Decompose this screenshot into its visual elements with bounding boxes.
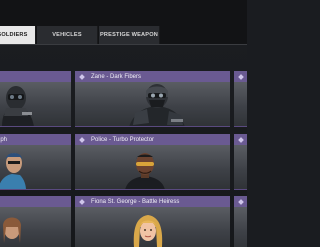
loadout-screen: SOLDIERS VEHICLES PRESTIGE WEAPON Zane -… <box>0 0 247 247</box>
rarity-diamond-icon <box>79 198 85 205</box>
tab-vehicles[interactable]: VEHICLES <box>37 26 98 44</box>
card-header: Ra <box>234 134 247 145</box>
card-body <box>0 82 71 127</box>
soldier-card-r3c1[interactable]: n <box>0 196 71 247</box>
soldier-portrait <box>3 217 21 243</box>
card-header: n <box>0 196 71 207</box>
card-body <box>234 145 247 190</box>
card-header: umph <box>0 134 71 145</box>
soldier-name: Zane - Dark Fibers <box>91 73 142 80</box>
soldier-card-r2c3[interactable]: Ra <box>234 134 247 190</box>
card-body <box>0 207 71 247</box>
rarity-diamond-icon <box>238 136 244 143</box>
soldier-portrait <box>125 153 165 190</box>
card-body <box>75 145 230 190</box>
soldier-portrait <box>129 84 185 127</box>
card-header: Fiona St. George - Battle Heiress <box>75 196 230 207</box>
tab-prestige-weapon[interactable]: PRESTIGE WEAPON <box>99 26 160 44</box>
soldier-card-r1c1[interactable] <box>0 71 71 127</box>
soldier-name: Fiona St. George - Battle Heiress <box>91 198 180 205</box>
tab-divider <box>0 44 247 45</box>
rarity-diamond-icon <box>79 136 85 143</box>
card-header: Zane - Dark Fibers <box>75 71 230 82</box>
soldier-card-r1c3[interactable]: St <box>234 71 247 127</box>
card-header: U <box>234 196 247 207</box>
soldier-card-r3c3[interactable]: U <box>234 196 247 247</box>
card-body <box>234 207 247 247</box>
category-tab-bar: SOLDIERS VEHICLES PRESTIGE WEAPON <box>0 0 247 44</box>
card-header: Police - Turbo Protector <box>75 134 230 145</box>
soldier-card-r3c2[interactable]: Fiona St. George - Battle Heiress <box>75 196 230 247</box>
soldier-name: umph <box>0 136 8 143</box>
card-body <box>0 145 71 190</box>
soldier-portrait <box>0 153 26 190</box>
tab-soldiers[interactable]: SOLDIERS <box>0 26 36 44</box>
card-header <box>0 71 71 82</box>
card-header: St <box>234 71 247 82</box>
card-body <box>234 82 247 127</box>
soldier-card-r2c1[interactable]: umph <box>0 134 71 190</box>
soldier-card-r1c2[interactable]: Zane - Dark Fibers <box>75 71 230 127</box>
card-body <box>75 207 230 247</box>
card-body <box>75 82 230 127</box>
soldier-name: Police - Turbo Protector <box>91 136 155 143</box>
rarity-diamond-icon <box>238 198 244 205</box>
soldier-portrait <box>133 215 163 247</box>
rarity-diamond-icon <box>238 73 244 80</box>
soldier-card-r2c2[interactable]: Police - Turbo Protector <box>75 134 230 190</box>
soldier-portrait <box>2 86 34 127</box>
rarity-diamond-icon <box>79 73 85 80</box>
